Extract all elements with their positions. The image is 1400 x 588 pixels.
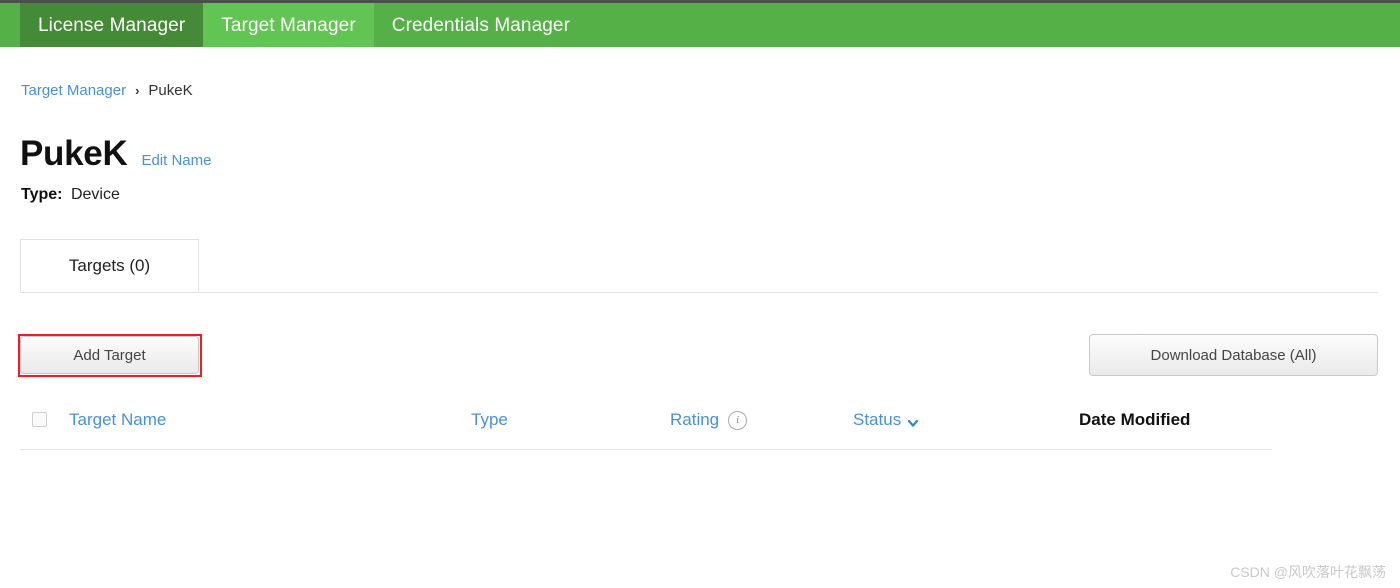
breadcrumb-separator-icon: › — [135, 83, 140, 98]
page-title-row: PukeK Edit Name — [20, 136, 211, 171]
column-header-date-modified-label: Date Modified — [1079, 410, 1191, 429]
edit-name-link[interactable]: Edit Name — [141, 152, 211, 169]
table-header-rule — [20, 449, 1272, 450]
page-title: PukeK — [20, 134, 128, 173]
device-type-row: Type: Device — [21, 186, 120, 204]
download-database-button-label: Download Database (All) — [1150, 346, 1317, 364]
info-icon[interactable]: i — [728, 410, 748, 430]
breadcrumb: Target Manager › PukeK — [21, 82, 193, 99]
targets-table-header: Target Name Type Rating i Status Date Mo… — [20, 405, 1272, 449]
column-header-date-modified: Date Modified — [1079, 405, 1190, 435]
column-header-rating[interactable]: Rating i — [670, 405, 748, 435]
tab-targets-label: Targets (0) — [68, 255, 151, 275]
nav-tab-credentials-manager[interactable]: Credentials Manager — [373, 3, 589, 47]
column-header-target-name[interactable]: Target Name — [69, 405, 166, 435]
watermark: CSDN @风吹落叶花飘荡 — [1230, 564, 1386, 580]
column-header-type[interactable]: Type — [471, 405, 508, 435]
column-header-status[interactable]: Status — [853, 405, 919, 435]
tabstrip-rule — [20, 292, 1378, 293]
add-target-button-label: Add Target — [73, 346, 146, 364]
nav-tab-target-manager[interactable]: Target Manager — [203, 3, 374, 47]
nav-tab-target-manager-label: Target Manager — [221, 14, 356, 36]
device-type-value: Device — [70, 186, 120, 203]
nav-tab-license-manager-label: License Manager — [38, 14, 186, 36]
breadcrumb-link-target-manager[interactable]: Target Manager — [21, 82, 126, 99]
chevron-down-icon[interactable] — [907, 414, 919, 427]
download-database-button[interactable]: Download Database (All) — [1089, 334, 1378, 376]
column-header-type-label: Type — [471, 410, 508, 429]
add-target-button[interactable]: Add Target — [20, 336, 199, 374]
column-header-rating-label: Rating — [670, 410, 720, 429]
device-type-label: Type: — [21, 186, 63, 203]
column-header-target-name-label: Target Name — [69, 410, 167, 429]
tab-targets[interactable]: Targets (0) — [20, 239, 199, 292]
primary-navbar: License Manager Target Manager Credentia… — [0, 3, 1400, 47]
content-tabstrip: Targets (0) — [20, 239, 1378, 293]
breadcrumb-current-pukek: PukeK — [148, 82, 193, 99]
nav-tab-license-manager[interactable]: License Manager — [20, 3, 204, 47]
select-all-checkbox[interactable] — [32, 412, 47, 427]
nav-tab-credentials-manager-label: Credentials Manager — [391, 14, 571, 36]
column-header-status-label: Status — [853, 410, 902, 429]
